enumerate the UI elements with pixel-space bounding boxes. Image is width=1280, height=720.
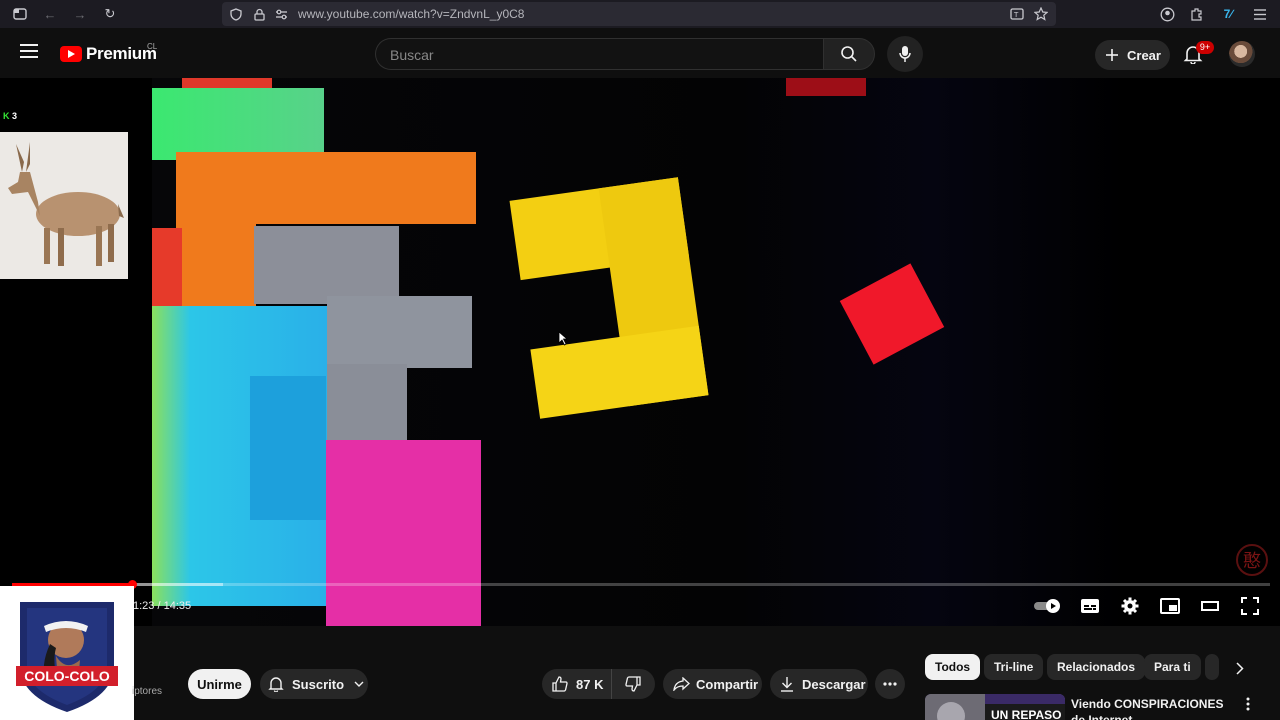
filter-chip-tri-line[interactable]: Tri-line: [984, 654, 1044, 680]
chevron-down-icon: [354, 681, 364, 687]
guide-menu-icon[interactable]: [20, 44, 38, 58]
share-button[interactable]: Compartir: [663, 669, 762, 699]
filter-chip-relacionados[interactable]: Relacionados: [1047, 654, 1146, 680]
back-icon[interactable]: ←: [40, 4, 60, 24]
progress-bar[interactable]: [12, 580, 1270, 589]
club-crest-image: COLO-COLO: [0, 586, 134, 720]
subscribed-button[interactable]: Suscrito: [260, 669, 368, 699]
red-cube: [839, 263, 945, 365]
recommended-thumbnail[interactable]: UN REPASO: [925, 694, 1065, 720]
chevron-right-icon[interactable]: [1230, 658, 1250, 678]
like-dislike-group: 87 K: [542, 669, 655, 699]
recommended-title[interactable]: Viendo CONSPIRACIONES de Internet: [1071, 696, 1239, 720]
plus-icon: [1106, 49, 1118, 61]
download-label: Descargar: [802, 676, 866, 692]
overlay-counter: K 3: [3, 111, 18, 121]
svg-text:T: T: [1013, 11, 1019, 19]
miniplayer-icon[interactable]: [1158, 596, 1182, 616]
thumbnail-text: UN REPASO: [991, 708, 1061, 720]
notifications-badge: 9+: [1196, 41, 1214, 54]
create-label: Crear: [1127, 47, 1161, 63]
yellow-u-block: [509, 177, 709, 419]
bookmark-star-icon[interactable]: [1032, 5, 1050, 23]
grey-cross-top: [254, 226, 399, 304]
more-actions-button[interactable]: [875, 669, 905, 699]
filter-chip-todos[interactable]: Todos: [925, 654, 981, 680]
join-label: Unirme: [197, 676, 242, 692]
account-icon[interactable]: [1157, 4, 1177, 24]
download-icon: [781, 677, 793, 692]
autoplay-toggle[interactable]: [1034, 596, 1062, 616]
share-label: Compartir: [696, 676, 759, 692]
search-placeholder: Buscar: [390, 47, 434, 63]
extension-badge-icon[interactable]: 7∕: [1218, 4, 1238, 24]
browser-toolbar: ← → ↻ www.youtube.com/watch?v=ZndvnL_y0C…: [0, 0, 1280, 28]
grey-cross-mid: [327, 296, 472, 368]
settings-gear-icon[interactable]: [1118, 596, 1142, 616]
more-horizontal-icon: [883, 682, 897, 686]
user-avatar[interactable]: [1229, 41, 1255, 67]
youtube-premium-logo[interactable]: Premium: [60, 44, 157, 64]
youtube-play-icon: [60, 46, 82, 62]
forward-icon[interactable]: →: [70, 4, 90, 24]
permissions-icon[interactable]: [272, 5, 290, 23]
dislike-button[interactable]: [612, 669, 654, 699]
download-button[interactable]: Descargar: [770, 669, 868, 699]
cyan-block-inner: [250, 376, 326, 520]
more-vertical-icon[interactable]: [1246, 697, 1260, 713]
search-input[interactable]: Buscar: [375, 38, 823, 70]
thumbs-up-icon: [552, 676, 568, 692]
url-text[interactable]: www.youtube.com/watch?v=ZndvnL_y0C8: [298, 7, 524, 21]
share-icon: [673, 677, 690, 691]
video-player[interactable]: K 3 憨 1:23 / 14:35: [0, 78, 1280, 626]
voice-search-button[interactable]: [887, 36, 923, 72]
bell-icon: [268, 677, 284, 692]
orange-block-stem: [176, 218, 256, 308]
fullscreen-icon[interactable]: [1238, 596, 1262, 616]
subtitles-icon[interactable]: [1078, 596, 1102, 616]
red-block-partial: [786, 78, 866, 96]
create-button[interactable]: Crear: [1095, 40, 1170, 70]
grey-cross-bottom: [327, 364, 407, 444]
shield-icon[interactable]: [227, 5, 245, 23]
join-button[interactable]: Unirme: [188, 669, 251, 699]
microphone-icon: [899, 46, 911, 62]
like-count: 87 K: [576, 676, 604, 692]
video-frame[interactable]: [152, 78, 1127, 626]
like-button[interactable]: 87 K: [542, 669, 612, 699]
filter-chip-para-ti[interactable]: Para ti: [1144, 654, 1201, 680]
youtube-header: Premium CL Buscar Crear 9+: [0, 28, 1280, 78]
red-block-left: [152, 228, 182, 308]
green-block: [152, 88, 324, 160]
channel-subtitle-fragment: iptores: [132, 686, 163, 697]
filter-chip-partial[interactable]: [1205, 654, 1219, 680]
tabs-icon[interactable]: [10, 4, 30, 24]
mouse-cursor-icon: [558, 331, 568, 346]
time-display: 1:23 / 14:35: [133, 600, 192, 612]
reload-icon[interactable]: ↻: [100, 4, 120, 24]
club-crest-text: COLO-COLO: [24, 668, 110, 684]
theater-mode-icon[interactable]: [1198, 596, 1222, 616]
country-code: CL: [147, 42, 158, 51]
channel-watermark-icon[interactable]: 憨: [1236, 544, 1268, 576]
address-bar[interactable]: www.youtube.com/watch?v=ZndvnL_y0C8 T: [222, 2, 1056, 26]
thumbs-down-icon: [625, 676, 641, 692]
animal-image: [0, 132, 128, 279]
menu-icon[interactable]: [1250, 4, 1270, 24]
search-button[interactable]: [823, 38, 875, 70]
extensions-icon[interactable]: [1187, 4, 1207, 24]
magenta-block: [326, 440, 481, 626]
translate-icon[interactable]: T: [1008, 5, 1026, 23]
orange-block: [176, 152, 476, 224]
subscribed-label: Suscrito: [292, 676, 345, 692]
lock-icon[interactable]: [250, 5, 268, 23]
search-icon: [841, 46, 857, 62]
